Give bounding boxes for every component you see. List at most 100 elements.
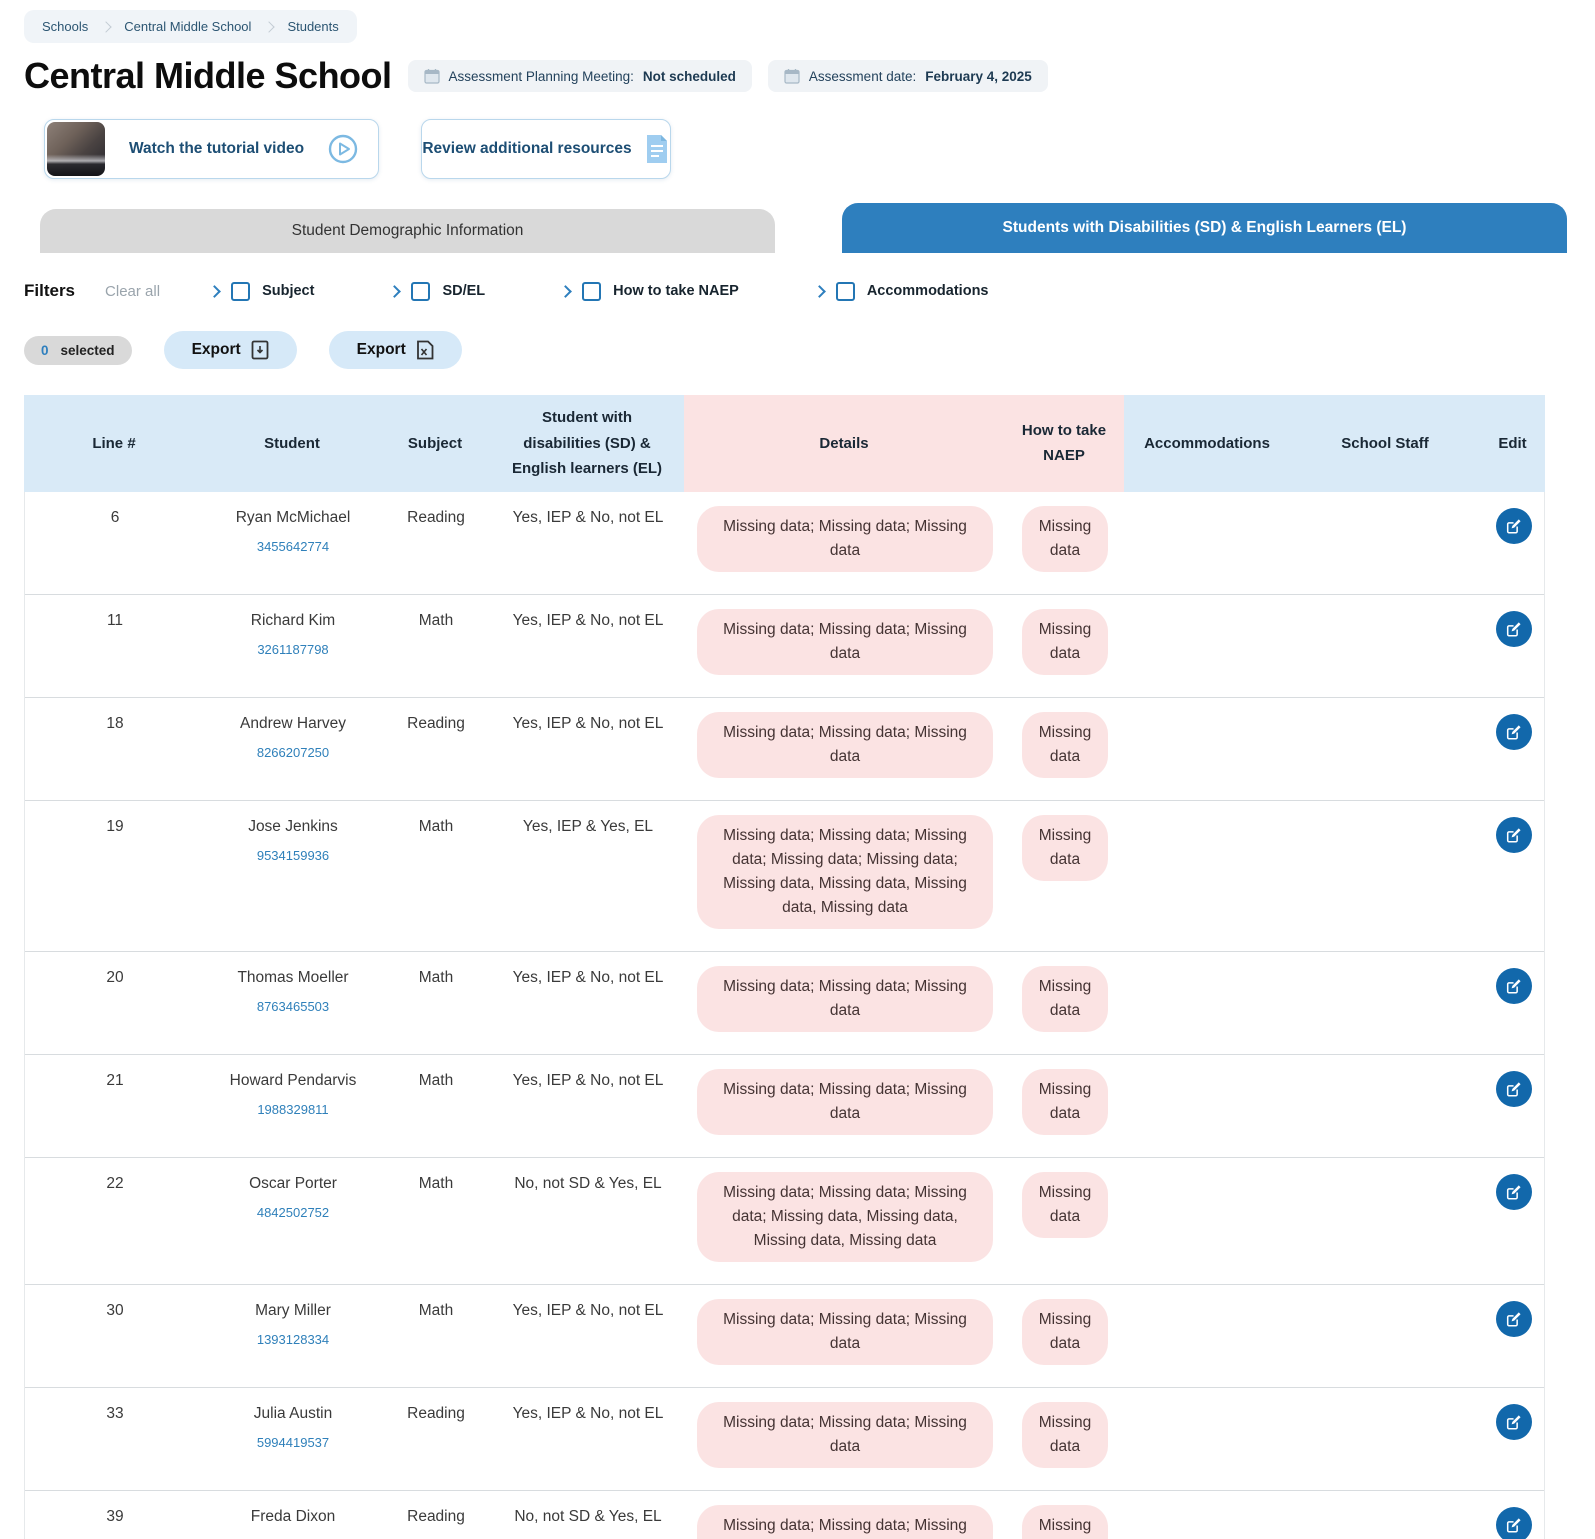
export-excel-button[interactable]: Export: [329, 331, 462, 369]
chevron-right-icon[interactable]: [813, 285, 826, 298]
student-id-link[interactable]: 9534159936: [257, 846, 329, 866]
details-missing-data-pill: Missing data; Missing data; Missing data: [697, 1069, 993, 1135]
student-id-link[interactable]: 5994419537: [257, 1433, 329, 1453]
accommodations-filter-checkbox[interactable]: [836, 282, 855, 301]
subject-cell: Reading: [381, 712, 491, 736]
chevron-right-icon[interactable]: [559, 285, 572, 298]
edit-cell: [1481, 712, 1546, 750]
how-to-take-naep-cell: Missing data: [1005, 609, 1125, 675]
edit-button[interactable]: [1496, 714, 1532, 750]
how-to-take-naep-missing-data-pill: Missing data: [1022, 712, 1108, 778]
how-to-take-naep-missing-data-pill: Missing data: [1022, 609, 1108, 675]
student-id-link[interactable]: 8266207250: [257, 743, 329, 763]
student-cell: Oscar Porter 4842502752: [205, 1172, 381, 1223]
student-name: Thomas Moeller: [237, 966, 348, 990]
breadcrumb-item-students[interactable]: Students: [287, 19, 338, 34]
column-header-details: Details: [684, 395, 1004, 492]
edit-button[interactable]: [1496, 1301, 1532, 1337]
student-name: Julia Austin: [254, 1402, 332, 1426]
accommodations-filter-label: Accommodations: [867, 283, 989, 299]
column-header-line: Line #: [24, 395, 204, 492]
sdel-filter-label: SD/EL: [442, 283, 485, 299]
column-header-edit: Edit: [1480, 395, 1545, 492]
subject-cell: Reading: [381, 1402, 491, 1426]
how-to-take-naep-cell: Missing data: [1005, 1299, 1125, 1365]
edit-cell: [1481, 609, 1546, 647]
details-cell: Missing data; Missing data; Missing data…: [685, 1172, 1005, 1262]
how-to-take-naep-cell: Missing data: [1005, 1172, 1125, 1238]
clear-all-filters-button[interactable]: Clear all: [105, 283, 160, 300]
subject-cell: Reading: [381, 1505, 491, 1529]
subject-cell: Math: [381, 815, 491, 839]
student-name: Freda Dixon: [251, 1505, 335, 1529]
edit-pencil-icon: [1505, 517, 1523, 535]
edit-button[interactable]: [1496, 508, 1532, 544]
line-number-cell: 11: [25, 609, 205, 633]
edit-button[interactable]: [1496, 1071, 1532, 1107]
student-id-link[interactable]: 3261187798: [257, 640, 328, 660]
details-cell: Missing data; Missing data; Missing data: [685, 1299, 1005, 1365]
edit-pencil-icon: [1505, 723, 1523, 741]
table-row: 22 Oscar Porter 4842502752 Math No, not …: [25, 1158, 1544, 1285]
sd-el-cell: Yes, IEP & No, not EL: [491, 1299, 685, 1323]
student-cell: Andrew Harvey 8266207250: [205, 712, 381, 763]
title-row: Central Middle School Assessment Plannin…: [24, 55, 1571, 97]
edit-button[interactable]: [1496, 1507, 1532, 1539]
how-to-take-naep-missing-data-pill: Missing data: [1022, 1172, 1108, 1238]
student-id-link[interactable]: 4842502752: [257, 1203, 329, 1223]
additional-resources-card[interactable]: Review additional resources: [421, 119, 671, 179]
tutorial-video-card[interactable]: Watch the tutorial video: [44, 119, 379, 179]
chevron-right-icon: [264, 21, 275, 32]
edit-button[interactable]: [1496, 817, 1532, 853]
student-id-link[interactable]: 3455642774: [257, 537, 329, 557]
student-id-link[interactable]: 8763465503: [257, 997, 329, 1017]
planning-meeting-badge: Assessment Planning Meeting: Not schedul…: [408, 60, 752, 92]
column-header-how-to-take-naep: How to take NAEP: [1004, 395, 1124, 492]
column-header-sd-el: Student with disabilities (SD) & English…: [490, 395, 684, 492]
edit-button[interactable]: [1496, 611, 1532, 647]
tab-bar: Student Demographic Information Students…: [24, 203, 1571, 253]
details-cell: Missing data; Missing data; Missing data: [685, 1069, 1005, 1135]
breadcrumb-item-schools[interactable]: Schools: [42, 19, 88, 34]
chevron-right-icon[interactable]: [389, 285, 402, 298]
table-header: Line # Student Subject Student with disa…: [24, 395, 1545, 492]
tab-student-demographic-information[interactable]: Student Demographic Information: [40, 209, 775, 253]
edit-button[interactable]: [1496, 1174, 1532, 1210]
student-cell: Mary Miller 1393128334: [205, 1299, 381, 1350]
edit-button[interactable]: [1496, 1404, 1532, 1440]
tab-label: Students with Disabilities (SD) & Englis…: [1003, 219, 1407, 237]
planning-meeting-label: Assessment Planning Meeting:: [449, 69, 634, 84]
chevron-right-icon[interactable]: [208, 285, 221, 298]
sd-el-cell: Yes, IEP & No, not EL: [491, 712, 685, 736]
export-pdf-button[interactable]: Export: [164, 331, 297, 369]
tab-students-with-disabilities-el[interactable]: Students with Disabilities (SD) & Englis…: [842, 203, 1567, 253]
selected-label: selected: [61, 343, 115, 358]
subject-cell: Math: [381, 1069, 491, 1093]
page-title: Central Middle School: [24, 55, 392, 97]
how-to-take-naep-missing-data-pill: Missing data: [1022, 1069, 1108, 1135]
student-id-link[interactable]: 1393128334: [257, 1330, 329, 1350]
calendar-icon: [424, 68, 440, 84]
edit-button[interactable]: [1496, 968, 1532, 1004]
subject-cell: Reading: [381, 506, 491, 530]
sdel-filter-checkbox[interactable]: [411, 282, 430, 301]
details-missing-data-pill: Missing data; Missing data; Missing data: [697, 506, 993, 572]
line-number-cell: 22: [25, 1172, 205, 1196]
breadcrumb: Schools Central Middle School Students: [24, 10, 357, 43]
filter-group-sdel: SD/EL: [390, 282, 485, 301]
edit-cell: [1481, 1299, 1546, 1337]
how-to-take-naep-filter-checkbox[interactable]: [582, 282, 601, 301]
edit-pencil-icon: [1505, 826, 1523, 844]
student-id-link[interactable]: 1988329811: [257, 1100, 328, 1120]
edit-pencil-icon: [1505, 1516, 1523, 1534]
line-number-cell: 20: [25, 966, 205, 990]
breadcrumb-item-school[interactable]: Central Middle School: [124, 19, 251, 34]
assessment-date-badge: Assessment date: February 4, 2025: [768, 60, 1048, 92]
subject-filter-checkbox[interactable]: [231, 282, 250, 301]
table-body: 6 Ryan McMichael 3455642774 Reading Yes,…: [24, 492, 1545, 1539]
pdf-file-icon: [251, 340, 269, 360]
details-missing-data-pill: Missing data; Missing data; Missing data: [697, 966, 993, 1032]
student-cell: Ryan McMichael 3455642774: [205, 506, 381, 557]
actions-row: 0 selected Export Export: [24, 331, 1571, 369]
student-name: Ryan McMichael: [236, 506, 351, 530]
